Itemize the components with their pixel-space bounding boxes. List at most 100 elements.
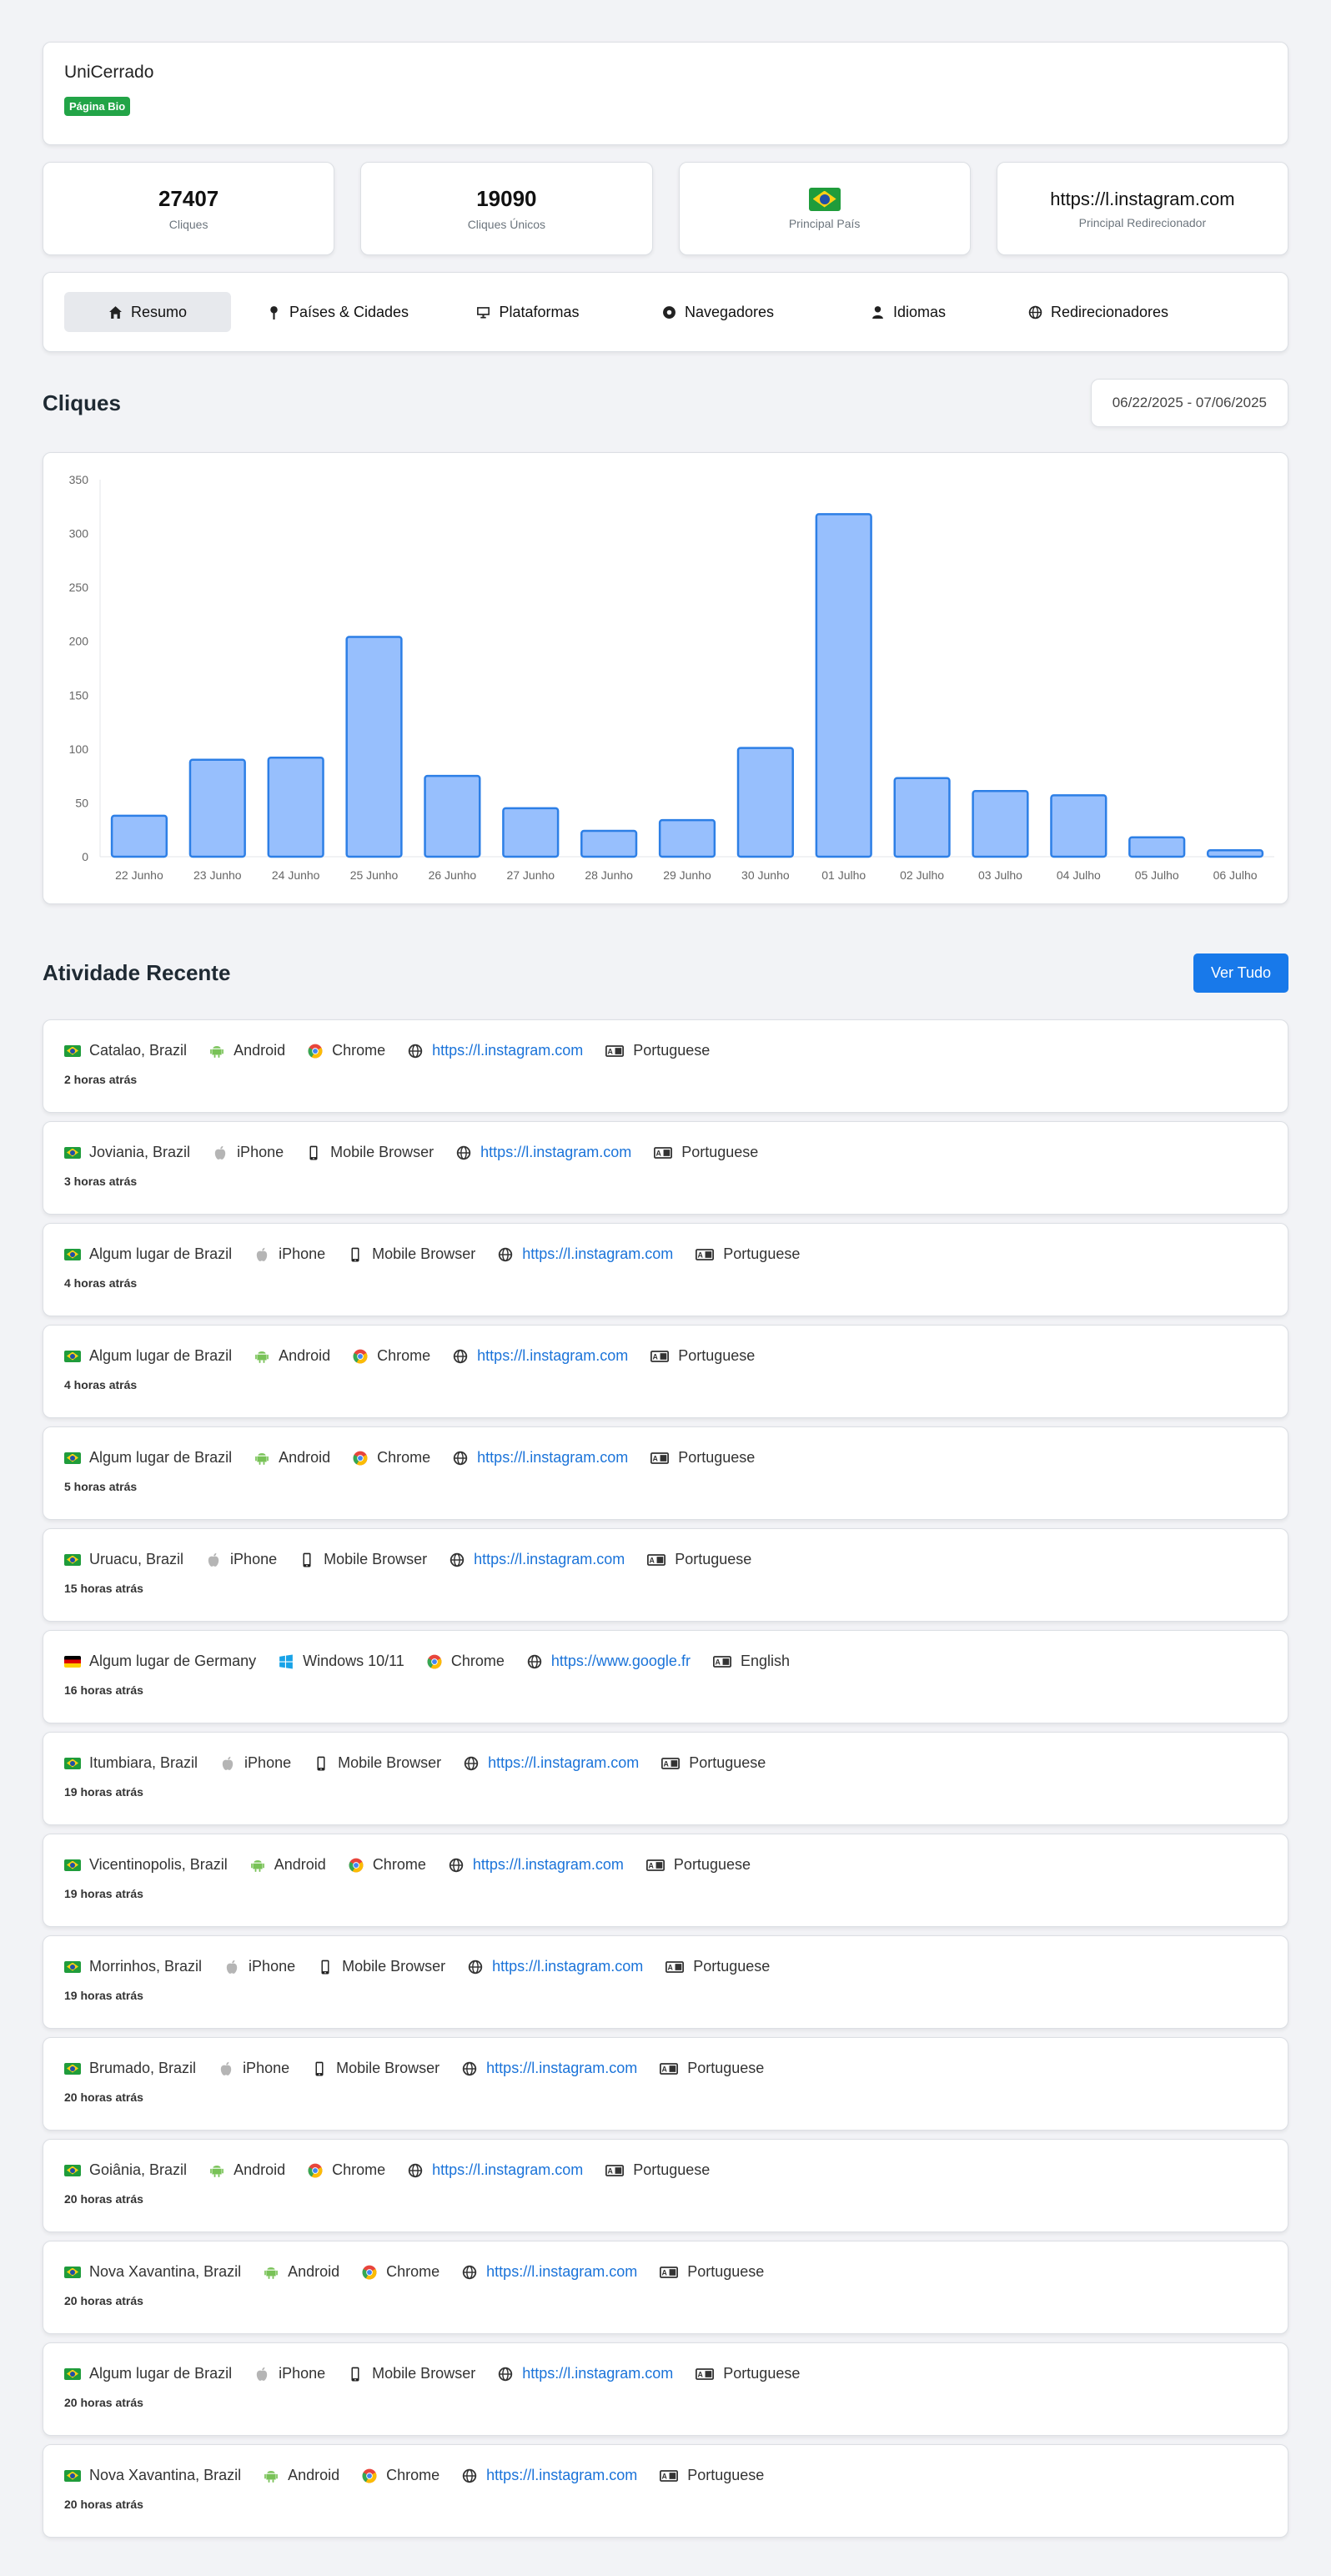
apple-icon (256, 1247, 268, 1261)
activity-item[interactable]: Joviania, Brazil iPhone Mobile Browser http… (43, 1121, 1288, 1215)
activity-item[interactable]: Algum lugar de Brazil Android Chrome https:… (43, 1426, 1288, 1520)
os-text: iPhone (237, 1144, 284, 1160)
activity-time: 20 horas atrás (64, 2294, 143, 2307)
apple-icon (256, 2367, 268, 2381)
activity-referrer: https://l.instagram.com (455, 1144, 631, 1161)
referrer-link[interactable]: https://l.instagram.com (488, 1754, 639, 1772)
referrer-link[interactable]: https://l.instagram.com (474, 1551, 625, 1568)
referrer-link[interactable]: https://l.instagram.com (480, 1144, 631, 1161)
os-text: iPhone (230, 1551, 278, 1567)
activity-details: Goiânia, Brazil Android Chrome https://l.in… (64, 2161, 1267, 2179)
activity-item[interactable]: Catalao, Brazil Android Chrome https://l.in… (43, 1019, 1288, 1113)
tab-label: Países & Cidades (289, 303, 409, 320)
activity-item[interactable]: Morrinhos, Brazil iPhone Mobile Browser htt… (43, 1935, 1288, 2029)
brazil-flag-icon (64, 1350, 81, 1362)
referrer-link[interactable]: https://l.instagram.com (486, 2263, 637, 2281)
referrer-link[interactable]: https://l.instagram.com (432, 1042, 583, 1059)
stat-value: 19090 (476, 186, 537, 211)
language-icon: A (605, 1044, 625, 1057)
chrome-icon (308, 1044, 323, 1058)
y-tick-label: 200 (69, 635, 89, 648)
tab-redirecionadores[interactable]: Redirecionadores (1015, 292, 1182, 332)
map-pin-icon (270, 305, 278, 319)
tab-paises-cidades[interactable]: Países & Cidades (254, 292, 421, 332)
language-icon: A (650, 1452, 670, 1464)
activity-referrer: https://l.instagram.com (463, 1754, 639, 1772)
chart-bar (580, 829, 638, 858)
tab-navegadores[interactable]: Navegadores (635, 292, 801, 332)
referrer-link[interactable]: https://l.instagram.com (432, 2161, 583, 2179)
language-text: Portuguese (678, 1449, 756, 1466)
y-tick-label: 350 (69, 473, 89, 486)
referrer-link[interactable]: https://www.google.fr (551, 1653, 691, 1670)
referrer-link[interactable]: https://l.instagram.com (492, 1958, 643, 1975)
brazil-flag-icon (64, 1044, 81, 1057)
activity-os: iPhone (219, 1754, 291, 1772)
date-range-picker[interactable]: 06/22/2025 - 07/06/2025 (1090, 379, 1288, 427)
referrer-link[interactable]: https://l.instagram.com (522, 2365, 673, 2382)
activity-os: Windows 10/11 (278, 1653, 404, 1670)
referrer-link[interactable]: https://l.instagram.com (477, 1347, 628, 1365)
svg-text:A: A (698, 1250, 704, 1259)
activity-item[interactable]: Algum lugar de Brazil iPhone Mobile Browse… (43, 2342, 1288, 2436)
referrer-link[interactable]: https://l.instagram.com (473, 1856, 624, 1874)
mobile-phone-icon (317, 1756, 325, 1770)
activity-language: A Portuguese (659, 2060, 764, 2077)
activity-location: Algum lugar de Brazil (64, 1449, 232, 1467)
chart-bar (1128, 836, 1186, 858)
section-title: Atividade Recente (43, 959, 231, 985)
y-tick-label: 50 (75, 796, 88, 809)
activity-item[interactable]: Goiânia, Brazil Android Chrome https://l.in… (43, 2139, 1288, 2232)
referrer-link[interactable]: https://l.instagram.com (477, 1449, 628, 1467)
location-text: Nova Xavantina, Brazil (89, 2263, 242, 2280)
activity-item[interactable]: Brumado, Brazil iPhone Mobile Browser https… (43, 2037, 1288, 2131)
activity-item[interactable]: Itumbiara, Brazil iPhone Mobile Browser htt… (43, 1732, 1288, 1825)
language-icon: A (605, 2164, 625, 2176)
chart-bar (893, 777, 951, 858)
see-all-button[interactable]: Ver Tudo (1193, 953, 1288, 993)
tab-idiomas[interactable]: Idiomas (825, 292, 992, 332)
browser-text: Chrome (386, 2467, 440, 2483)
tab-plataformas[interactable]: Plataformas (445, 292, 611, 332)
activity-language: A Portuguese (605, 2161, 710, 2179)
activity-os: Android (254, 1449, 330, 1467)
android-icon (250, 1859, 264, 1872)
activity-item[interactable]: Nova Xavantina, Brazil Android Chrome https… (43, 2241, 1288, 2334)
x-tick-label: 27 Junho (506, 868, 555, 882)
stats-row: 27407 Cliques 19090 Cliques Únicos Princ… (43, 162, 1288, 255)
activity-item[interactable]: Algum lugar de Brazil Android Chrome https:… (43, 1325, 1288, 1418)
browser-text: Chrome (372, 1856, 426, 1873)
activity-item[interactable]: Nova Xavantina, Brazil Android Chrome https… (43, 2444, 1288, 2538)
chart-bar (502, 807, 560, 858)
language-text: Portuguese (678, 1347, 756, 1364)
svg-text:A: A (656, 1149, 662, 1157)
activity-item[interactable]: Algum lugar de Germany Windows 10/11 Chrom… (43, 1630, 1288, 1723)
activity-browser: Chrome (352, 1347, 430, 1365)
globe-icon (1028, 305, 1042, 319)
tab-resumo[interactable]: Resumo (64, 292, 231, 332)
activity-language: A Portuguese (646, 1551, 751, 1568)
activity-browser: Chrome (426, 1653, 505, 1670)
referrer-link[interactable]: https://l.instagram.com (486, 2060, 637, 2077)
activity-time: 2 horas atrás (64, 1073, 138, 1086)
referrer-link[interactable]: https://l.instagram.com (486, 2467, 637, 2484)
referrer-link[interactable]: https://l.instagram.com (522, 1245, 673, 1263)
activity-item[interactable]: Algum lugar de Brazil iPhone Mobile Browse… (43, 1223, 1288, 1316)
brazil-flag-icon (64, 1248, 81, 1260)
mobile-phone-icon (351, 1247, 359, 1261)
apple-icon (226, 1960, 238, 1974)
stat-label: Principal Redirecionador (1078, 215, 1207, 229)
activity-browser: Mobile Browser (305, 1144, 434, 1161)
location-text: Vicentinopolis, Brazil (89, 1856, 228, 1873)
android-icon (255, 1452, 269, 1465)
stat-card-top-country: Principal País (678, 162, 971, 255)
mobile-phone-icon (309, 1145, 318, 1160)
activity-item[interactable]: Uruacu, Brazil iPhone Mobile Browser https:… (43, 1528, 1288, 1622)
activity-location: Vicentinopolis, Brazil (64, 1856, 228, 1874)
y-tick-label: 0 (82, 850, 88, 863)
activity-os: iPhone (254, 1245, 325, 1263)
apple-icon (220, 2061, 232, 2075)
language-icon: A (712, 1655, 731, 1668)
x-tick-label: 29 Junho (663, 868, 711, 882)
activity-item[interactable]: Vicentinopolis, Brazil Android Chrome https… (43, 1834, 1288, 1927)
